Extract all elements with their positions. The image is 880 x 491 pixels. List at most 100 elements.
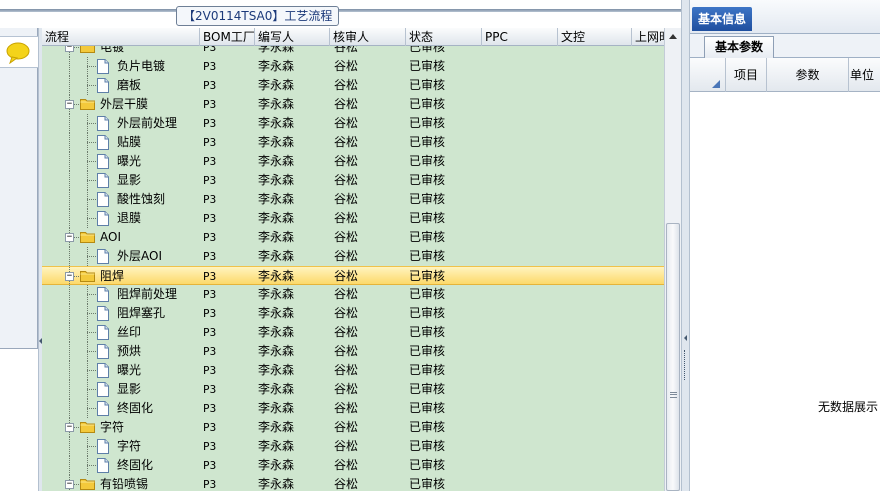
- status-cell[interactable]: 已审核: [409, 228, 479, 247]
- tree-node-label[interactable]: 贴膜: [117, 133, 141, 152]
- author-cell[interactable]: 李永森: [258, 95, 328, 114]
- table-row[interactable]: 酸性蚀刻 P3 李永森 谷松 已审核: [42, 190, 664, 209]
- status-cell[interactable]: 已审核: [409, 57, 479, 76]
- reviewer-cell[interactable]: 谷松: [334, 361, 404, 380]
- bom-factory-cell[interactable]: P3: [203, 152, 255, 171]
- reviewer-cell[interactable]: 谷松: [334, 57, 404, 76]
- status-cell[interactable]: 已审核: [409, 46, 479, 57]
- reviewer-cell[interactable]: 谷松: [334, 456, 404, 475]
- table-row[interactable]: 退膜 P3 李永森 谷松 已审核: [42, 209, 664, 228]
- author-cell[interactable]: 李永森: [258, 475, 328, 491]
- status-cell[interactable]: 已审核: [409, 342, 479, 361]
- tree-node-label[interactable]: 终固化: [117, 399, 153, 418]
- status-cell[interactable]: 已审核: [409, 267, 479, 286]
- table-row[interactable]: 阻焊前处理 P3 李永森 谷松 已审核: [42, 285, 664, 304]
- reviewer-cell[interactable]: 谷松: [334, 342, 404, 361]
- scroll-up-arrow-icon[interactable]: [665, 29, 681, 45]
- author-cell[interactable]: 李永森: [258, 285, 328, 304]
- status-cell[interactable]: 已审核: [409, 76, 479, 95]
- bom-factory-cell[interactable]: P3: [203, 399, 255, 418]
- right-splitter[interactable]: [681, 0, 690, 491]
- tree-cell[interactable]: 退膜: [42, 209, 200, 228]
- bom-factory-cell[interactable]: P3: [203, 304, 255, 323]
- tree-cell[interactable]: − 有铅喷锡: [42, 475, 200, 491]
- bom-factory-cell[interactable]: P3: [203, 247, 255, 266]
- author-cell[interactable]: 李永森: [258, 247, 328, 266]
- bom-factory-cell[interactable]: P3: [203, 323, 255, 342]
- author-cell[interactable]: 李永森: [258, 456, 328, 475]
- bom-factory-cell[interactable]: P3: [203, 171, 255, 190]
- reviewer-cell[interactable]: 谷松: [334, 190, 404, 209]
- reviewer-cell[interactable]: 谷松: [334, 95, 404, 114]
- status-cell[interactable]: 已审核: [409, 323, 479, 342]
- reviewer-cell[interactable]: 谷松: [334, 76, 404, 95]
- author-cell[interactable]: 李永森: [258, 323, 328, 342]
- table-row[interactable]: 外层前处理 P3 李永森 谷松 已审核: [42, 114, 664, 133]
- table-row[interactable]: − 电镀 P3 李永森 谷松 已审核: [42, 46, 664, 57]
- param-corner-cell[interactable]: [690, 58, 726, 92]
- author-cell[interactable]: 李永森: [258, 399, 328, 418]
- tree-cell[interactable]: 酸性蚀刻: [42, 190, 200, 209]
- author-cell[interactable]: 李永森: [258, 437, 328, 456]
- table-row[interactable]: − AOI P3 李永森 谷松 已审核: [42, 228, 664, 247]
- tree-node-label[interactable]: 阻焊塞孔: [117, 304, 165, 323]
- bom-factory-cell[interactable]: P3: [203, 57, 255, 76]
- column-header-reviewer[interactable]: 核审人: [330, 28, 406, 46]
- tree-node-label[interactable]: 字符: [100, 418, 124, 437]
- status-cell[interactable]: 已审核: [409, 361, 479, 380]
- bom-factory-cell[interactable]: P3: [203, 190, 255, 209]
- tree-node-label[interactable]: 有铅喷锡: [100, 475, 148, 491]
- author-cell[interactable]: 李永森: [258, 418, 328, 437]
- reviewer-cell[interactable]: 谷松: [334, 285, 404, 304]
- tree-cell[interactable]: 磨板: [42, 76, 200, 95]
- tree-node-label[interactable]: 酸性蚀刻: [117, 190, 165, 209]
- bom-factory-cell[interactable]: P3: [203, 95, 255, 114]
- tree-cell[interactable]: 外层前处理: [42, 114, 200, 133]
- tree-node-label[interactable]: AOI: [100, 228, 121, 247]
- column-header-bom-factory[interactable]: BOM工厂: [200, 28, 255, 46]
- reviewer-cell[interactable]: 谷松: [334, 267, 404, 286]
- status-cell[interactable]: 已审核: [409, 152, 479, 171]
- collapse-icon[interactable]: −: [65, 272, 74, 281]
- table-row[interactable]: − 外层干膜 P3 李永森 谷松 已审核: [42, 95, 664, 114]
- splitter-arrow-icon[interactable]: [684, 335, 687, 341]
- table-row[interactable]: − 有铅喷锡 P3 李永森 谷松 已审核: [42, 475, 664, 491]
- table-row[interactable]: 预烘 P3 李永森 谷松 已审核: [42, 342, 664, 361]
- status-cell[interactable]: 已审核: [409, 114, 479, 133]
- grid-vertical-scrollbar[interactable]: [664, 28, 681, 491]
- author-cell[interactable]: 李永森: [258, 228, 328, 247]
- bom-factory-cell[interactable]: P3: [203, 456, 255, 475]
- tree-node-label[interactable]: 阻焊前处理: [117, 285, 177, 304]
- tree-node-label[interactable]: 电镀: [100, 46, 124, 57]
- status-cell[interactable]: 已审核: [409, 399, 479, 418]
- tree-cell[interactable]: − 阻焊: [42, 267, 200, 286]
- table-row[interactable]: 终固化 P3 李永森 谷松 已审核: [42, 399, 664, 418]
- tree-cell[interactable]: 预烘: [42, 342, 200, 361]
- scrollbar-thumb[interactable]: [666, 223, 680, 491]
- table-row[interactable]: 曝光 P3 李永森 谷松 已审核: [42, 152, 664, 171]
- tree-node-label[interactable]: 曝光: [117, 152, 141, 171]
- bom-factory-cell[interactable]: P3: [203, 437, 255, 456]
- table-row[interactable]: − 字符 P3 李永森 谷松 已审核: [42, 418, 664, 437]
- table-row[interactable]: 磨板 P3 李永森 谷松 已审核: [42, 76, 664, 95]
- table-row[interactable]: 曝光 P3 李永森 谷松 已审核: [42, 361, 664, 380]
- column-header-ppc[interactable]: PPC: [482, 28, 558, 46]
- tree-node-label[interactable]: 阻焊: [100, 267, 124, 286]
- tree-node-label[interactable]: 负片电镀: [117, 57, 165, 76]
- tree-cell[interactable]: 负片电镀: [42, 57, 200, 76]
- tree-node-label[interactable]: 显影: [117, 380, 141, 399]
- author-cell[interactable]: 李永森: [258, 342, 328, 361]
- tree-node-label[interactable]: 预烘: [117, 342, 141, 361]
- tree-node-label[interactable]: 曝光: [117, 361, 141, 380]
- author-cell[interactable]: 李永森: [258, 76, 328, 95]
- tree-cell[interactable]: 阻焊塞孔: [42, 304, 200, 323]
- param-column-unit[interactable]: 单位: [849, 58, 880, 92]
- bom-factory-cell[interactable]: P3: [203, 285, 255, 304]
- bom-factory-cell[interactable]: P3: [203, 418, 255, 437]
- status-cell[interactable]: 已审核: [409, 304, 479, 323]
- tree-cell[interactable]: − 外层干膜: [42, 95, 200, 114]
- tree-node-label[interactable]: 退膜: [117, 209, 141, 228]
- tree-cell[interactable]: 显影: [42, 380, 200, 399]
- bom-factory-cell[interactable]: P3: [203, 228, 255, 247]
- tree-node-label[interactable]: 磨板: [117, 76, 141, 95]
